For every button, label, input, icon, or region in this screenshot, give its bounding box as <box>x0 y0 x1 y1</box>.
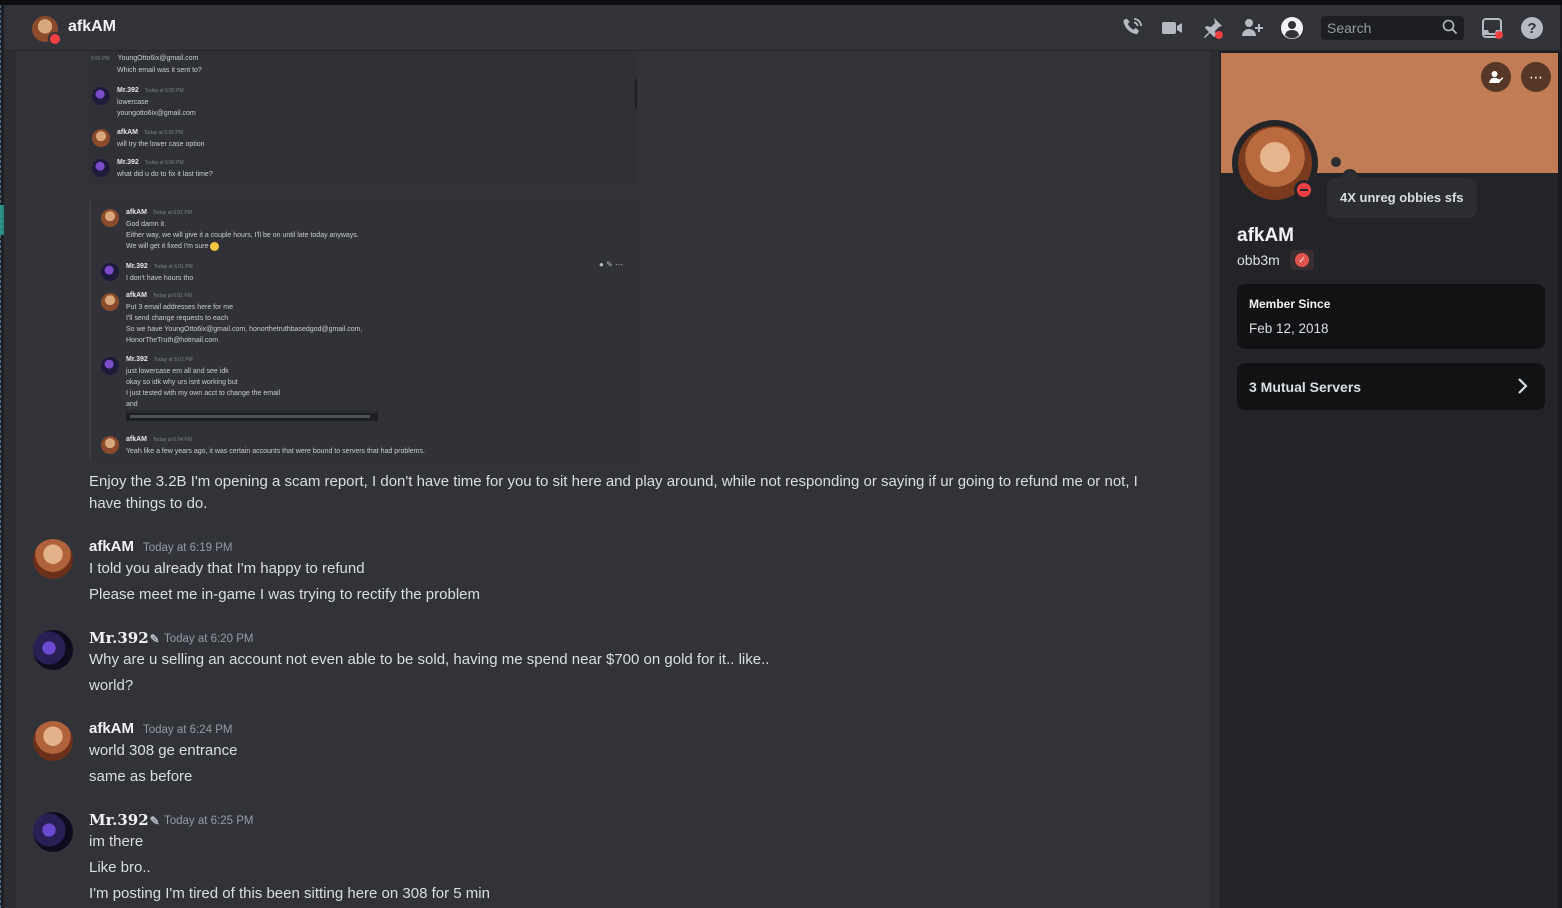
panel-divider <box>1210 51 1220 908</box>
shot-avatar <box>92 159 110 177</box>
user-avatar[interactable] <box>33 630 73 670</box>
more-icon[interactable]: ⋯ <box>1521 62 1551 92</box>
header-title: afkAM <box>68 18 117 35</box>
channel-header: afkAM Search ? <box>4 5 1560 51</box>
user-avatar[interactable] <box>33 721 73 761</box>
inbox-icon[interactable] <box>1480 16 1506 40</box>
video-call-icon[interactable] <box>1160 16 1186 40</box>
add-friends-icon[interactable] <box>1240 16 1266 40</box>
voice-call-icon[interactable] <box>1120 16 1146 40</box>
message-timestamp: Today at 6:25 PM <box>164 815 254 827</box>
pen-glyph-icon: ✎ <box>149 814 160 828</box>
profile-avatar[interactable] <box>1232 120 1318 206</box>
shot-avatar <box>92 87 110 105</box>
message-line: same as before <box>89 768 193 785</box>
member-since-card: Member Since Feb 12, 2018 <box>1237 284 1545 349</box>
message-line: world? <box>89 677 134 694</box>
attached-screenshot[interactable]: 5:55 PM YoungOtto6ix@gmail.com Which ema… <box>89 51 639 461</box>
shot-message: Mr.392 Today at 6:02 PM just lowercase em… <box>126 356 281 408</box>
message-timestamp: Today at 6:20 PM <box>164 633 254 645</box>
search-input[interactable]: Search <box>1321 16 1464 40</box>
message-line: Why are u selling an account not even ab… <box>89 651 770 668</box>
chevron-right-icon <box>1518 378 1528 394</box>
shot-avatar <box>92 129 110 147</box>
status-bubble-tail <box>1331 157 1341 167</box>
message-line: Like bro.. <box>89 859 151 876</box>
dnd-status-icon <box>1294 180 1314 200</box>
member-since-value: Feb 12, 2018 <box>1249 321 1329 336</box>
add-friend-icon[interactable] <box>1481 62 1511 92</box>
search-placeholder: Search <box>1327 20 1372 36</box>
search-icon <box>1442 19 1458 35</box>
shot-message: Mr.392 Today at 5:56 PM what did u do to … <box>117 159 213 178</box>
profile-username[interactable]: obb3m <box>1237 252 1280 268</box>
shot-avatar <box>101 263 119 281</box>
shot-hover-actions: ● ✎ ⋯ <box>599 260 623 269</box>
message-line: im there <box>89 833 144 850</box>
message-line: I told you already that I'm happy to ref… <box>89 560 365 577</box>
shot-scrollbar <box>635 79 637 109</box>
user-profile-panel: ⋯ 4X unreg obbies sfs afkAM obb3m ✓ Memb… <box>1221 53 1560 908</box>
user-profile-icon[interactable] <box>1280 16 1306 40</box>
shot-message: afkAM Today at 6:01 PM Put 3 email addres… <box>126 292 363 344</box>
panel-scrollbar[interactable] <box>1558 53 1562 908</box>
profile-display-name: afkAM <box>1237 225 1295 246</box>
user-avatar[interactable] <box>33 812 73 852</box>
user-avatar[interactable] <box>33 539 73 579</box>
message-line: I'm posting I'm tired of this been sitti… <box>89 885 490 902</box>
shot-message: afkAM Today at 6:01 PM God damn it. Eithe… <box>126 209 359 251</box>
shot-message: Mr.392 Today at 5:55 PM lowercase youngot… <box>117 87 196 117</box>
dnd-status-icon <box>48 32 62 46</box>
message-line: have things to do. <box>89 495 208 512</box>
custom-status[interactable]: 4X unreg obbies sfs <box>1327 178 1477 218</box>
shot-message: afkAM Today at 6:04 PM Yeah like a few ye… <box>126 436 425 455</box>
shot-message: afkAM Today at 5:55 PM will try the lower… <box>117 129 205 148</box>
shot-message: Mr.392 Today at 6:01 PM ● ✎ ⋯ I don't hav… <box>126 260 623 282</box>
message-timestamp: Today at 6:19 PM <box>143 542 233 554</box>
member-since-label: Member Since <box>1249 297 1331 311</box>
message-author[interactable]: afkAM <box>89 538 134 555</box>
message-author[interactable]: Mr.392✎ <box>89 629 160 647</box>
emoji-icon <box>210 241 220 251</box>
shot-avatar <box>101 357 119 375</box>
shot-avatar <box>101 436 119 454</box>
help-icon[interactable]: ? <box>1520 16 1546 40</box>
screenshot-part-1: 5:55 PM YoungOtto6ix@gmail.com Which ema… <box>89 51 637 186</box>
pin-icon[interactable] <box>1200 16 1226 40</box>
profile-badge-icon[interactable]: ✓ <box>1290 250 1314 270</box>
svg-text:?: ? <box>1527 20 1536 37</box>
message-line: Please meet me in-game I was trying to r… <box>89 586 480 603</box>
mutual-servers-button[interactable]: 3 Mutual Servers <box>1237 363 1545 410</box>
left-gutter <box>4 51 16 908</box>
shot-avatar <box>101 209 119 227</box>
chat-area: 5:55 PM YoungOtto6ix@gmail.com Which ema… <box>16 51 1210 908</box>
message-author[interactable]: Mr.392✎ <box>89 811 160 829</box>
shot-message: 5:55 PM YoungOtto6ix@gmail.com Which ema… <box>91 55 202 74</box>
message-line: world 308 ge entrance <box>89 742 238 759</box>
mutual-servers-label: 3 Mutual Servers <box>1249 379 1362 395</box>
screenshot-part-2: afkAM Today at 6:01 PM God damn it. Eithe… <box>89 201 639 461</box>
message-line: Enjoy the 3.2B I'm opening a scam report… <box>89 473 1138 490</box>
shot-avatar <box>101 293 119 311</box>
message-author[interactable]: afkAM <box>89 720 134 737</box>
shot-embedded-table <box>126 410 378 421</box>
message-timestamp: Today at 6:24 PM <box>143 724 233 736</box>
pen-glyph-icon: ✎ <box>149 632 160 646</box>
